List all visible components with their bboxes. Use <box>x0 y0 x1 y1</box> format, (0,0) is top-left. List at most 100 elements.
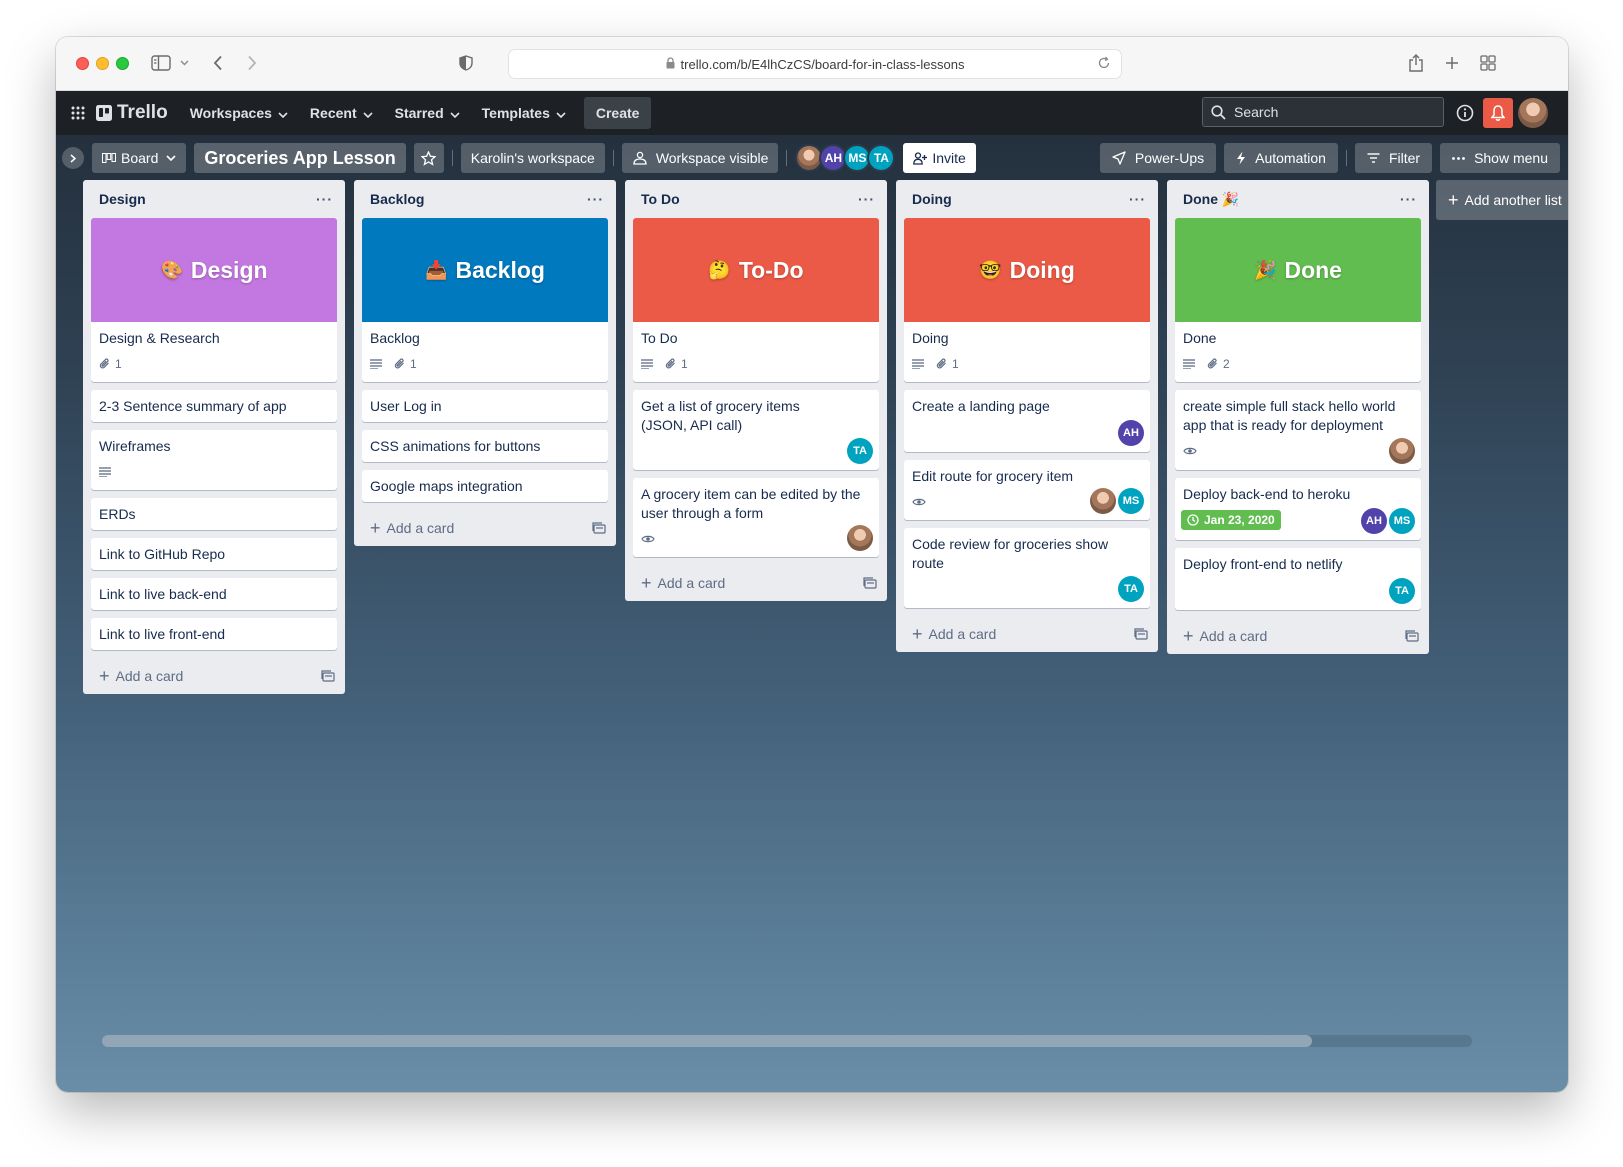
power-ups-button[interactable]: Power-Ups <box>1099 143 1217 173</box>
back-icon[interactable] <box>208 51 228 75</box>
list-header[interactable]: Backlog ··· <box>354 180 616 218</box>
member-avatar[interactable]: AH <box>1361 508 1387 534</box>
zoom-window-button[interactable] <box>116 57 129 70</box>
star-board-button[interactable] <box>413 143 444 173</box>
notifications-button[interactable] <box>1483 98 1513 128</box>
add-list-button[interactable]: + Add another list <box>1436 180 1568 220</box>
card[interactable]: Deploy back-end to heroku Jan 23, 2020 A… <box>1175 478 1421 540</box>
list-header[interactable]: Doing ··· <box>896 180 1158 218</box>
template-icon[interactable] <box>863 577 877 589</box>
card[interactable]: Get a list of grocery items (JSON, API c… <box>633 390 879 470</box>
list-title[interactable]: Doing <box>912 191 952 207</box>
card[interactable]: 🎉 Done Done 2 <box>1175 218 1421 382</box>
shield-icon[interactable] <box>456 51 476 75</box>
card[interactable]: Wireframes <box>91 430 337 490</box>
board-view-switcher[interactable]: Board <box>92 143 187 173</box>
list-menu-icon[interactable]: ··· <box>316 191 333 207</box>
member-avatar[interactable]: TA <box>867 144 896 172</box>
list-menu-icon[interactable]: ··· <box>858 191 875 207</box>
card[interactable]: Link to live back-end <box>91 578 337 610</box>
card[interactable]: Google maps integration <box>362 470 608 502</box>
list-header[interactable]: Done 🎉 ··· <box>1167 180 1429 218</box>
list-title[interactable]: To Do <box>641 191 680 207</box>
card[interactable]: User Log in <box>362 390 608 422</box>
card[interactable]: Link to live front-end <box>91 618 337 650</box>
create-button[interactable]: Create <box>583 97 652 129</box>
list-menu-icon[interactable]: ··· <box>1129 191 1146 207</box>
template-icon[interactable] <box>1134 628 1148 640</box>
add-card-button[interactable]: + Add a card <box>1167 618 1429 654</box>
board-title[interactable]: Groceries App Lesson <box>194 143 406 173</box>
card-members: AH <box>1116 420 1144 446</box>
show-menu-button[interactable]: Show menu <box>1440 143 1560 173</box>
minimize-window-button[interactable] <box>96 57 109 70</box>
sidebar-toggle-icon[interactable] <box>150 51 172 75</box>
nav-recent[interactable]: Recent <box>302 97 381 129</box>
member-avatar[interactable]: AH <box>1118 420 1144 446</box>
member-avatar[interactable]: TA <box>847 438 873 464</box>
nav-templates[interactable]: Templates <box>474 97 574 129</box>
trello-logo[interactable]: Trello <box>96 102 168 124</box>
card[interactable]: Edit route for grocery item MS <box>904 460 1150 520</box>
add-card-button[interactable]: + Add a card <box>625 565 887 601</box>
card[interactable]: 2-3 Sentence summary of app <box>91 390 337 422</box>
close-window-button[interactable] <box>76 57 89 70</box>
card-members: TA <box>1116 576 1144 602</box>
attachment-count: 1 <box>115 357 122 371</box>
new-tab-icon[interactable] <box>1442 51 1462 75</box>
paperclip-icon <box>1207 358 1219 370</box>
due-date-badge[interactable]: Jan 23, 2020 <box>1181 510 1281 530</box>
member-avatar[interactable]: TA <box>1389 578 1415 604</box>
user-avatar[interactable] <box>1518 98 1548 128</box>
reload-icon[interactable] <box>1097 56 1111 73</box>
list-header[interactable]: Design ··· <box>83 180 345 218</box>
card[interactable]: 📥 Backlog Backlog 1 <box>362 218 608 382</box>
invite-button[interactable]: Invite <box>903 143 976 173</box>
member-avatar[interactable]: MS <box>1118 488 1144 514</box>
add-card-button[interactable]: + Add a card <box>354 510 616 546</box>
card[interactable]: Link to GitHub Repo <box>91 538 337 570</box>
list-menu-icon[interactable]: ··· <box>1400 191 1417 207</box>
horizontal-scrollbar-thumb[interactable] <box>102 1035 1312 1047</box>
nav-workspaces[interactable]: Workspaces <box>182 97 296 129</box>
workspace-button[interactable]: Karolin's workspace <box>460 143 605 173</box>
member-avatar[interactable]: TA <box>1118 576 1144 602</box>
list-menu-icon[interactable]: ··· <box>587 191 604 207</box>
card[interactable]: 🤓 Doing Doing 1 <box>904 218 1150 382</box>
add-card-button[interactable]: + Add a card <box>896 616 1158 652</box>
list-title[interactable]: Backlog <box>370 191 424 207</box>
member-avatar[interactable] <box>1389 438 1415 464</box>
list-title[interactable]: Design <box>99 191 146 207</box>
template-icon[interactable] <box>1405 630 1419 642</box>
card[interactable]: ERDs <box>91 498 337 530</box>
forward-icon[interactable] <box>242 51 262 75</box>
automation-button[interactable]: Automation <box>1224 143 1338 173</box>
card[interactable]: Code review for groceries show route TA <box>904 528 1150 608</box>
member-avatar[interactable] <box>1090 488 1116 514</box>
card[interactable]: 🎨 Design Design & Research 1 <box>91 218 337 382</box>
expand-sidebar-button[interactable] <box>62 147 84 169</box>
info-icon[interactable] <box>1454 102 1476 124</box>
card[interactable]: Create a landing page AH <box>904 390 1150 452</box>
template-icon[interactable] <box>592 522 606 534</box>
list-title[interactable]: Done 🎉 <box>1183 191 1239 208</box>
add-card-button[interactable]: + Add a card <box>83 658 345 694</box>
share-icon[interactable] <box>1406 51 1426 75</box>
visibility-button[interactable]: Workspace visible <box>621 143 779 173</box>
chevron-down-icon[interactable] <box>178 51 190 75</box>
card[interactable]: CSS animations for buttons <box>362 430 608 462</box>
member-avatar[interactable]: MS <box>1389 508 1415 534</box>
search-input[interactable]: Search <box>1202 97 1444 127</box>
card[interactable]: A grocery item can be edited by the user… <box>633 478 879 557</box>
app-switcher-icon[interactable] <box>68 103 88 123</box>
list-header[interactable]: To Do ··· <box>625 180 887 218</box>
card[interactable]: Deploy front-end to netlify TA <box>1175 548 1421 610</box>
nav-starred[interactable]: Starred <box>387 97 468 129</box>
address-bar[interactable]: trello.com/b/E4lhCzCS/board-for-in-class… <box>508 49 1122 79</box>
card[interactable]: create simple full stack hello world app… <box>1175 390 1421 470</box>
member-avatar[interactable] <box>847 525 873 551</box>
template-icon[interactable] <box>321 670 335 682</box>
filter-button[interactable]: Filter <box>1354 143 1433 173</box>
card[interactable]: 🤔 To-Do To Do 1 <box>633 218 879 382</box>
tab-overview-icon[interactable] <box>1478 51 1498 75</box>
